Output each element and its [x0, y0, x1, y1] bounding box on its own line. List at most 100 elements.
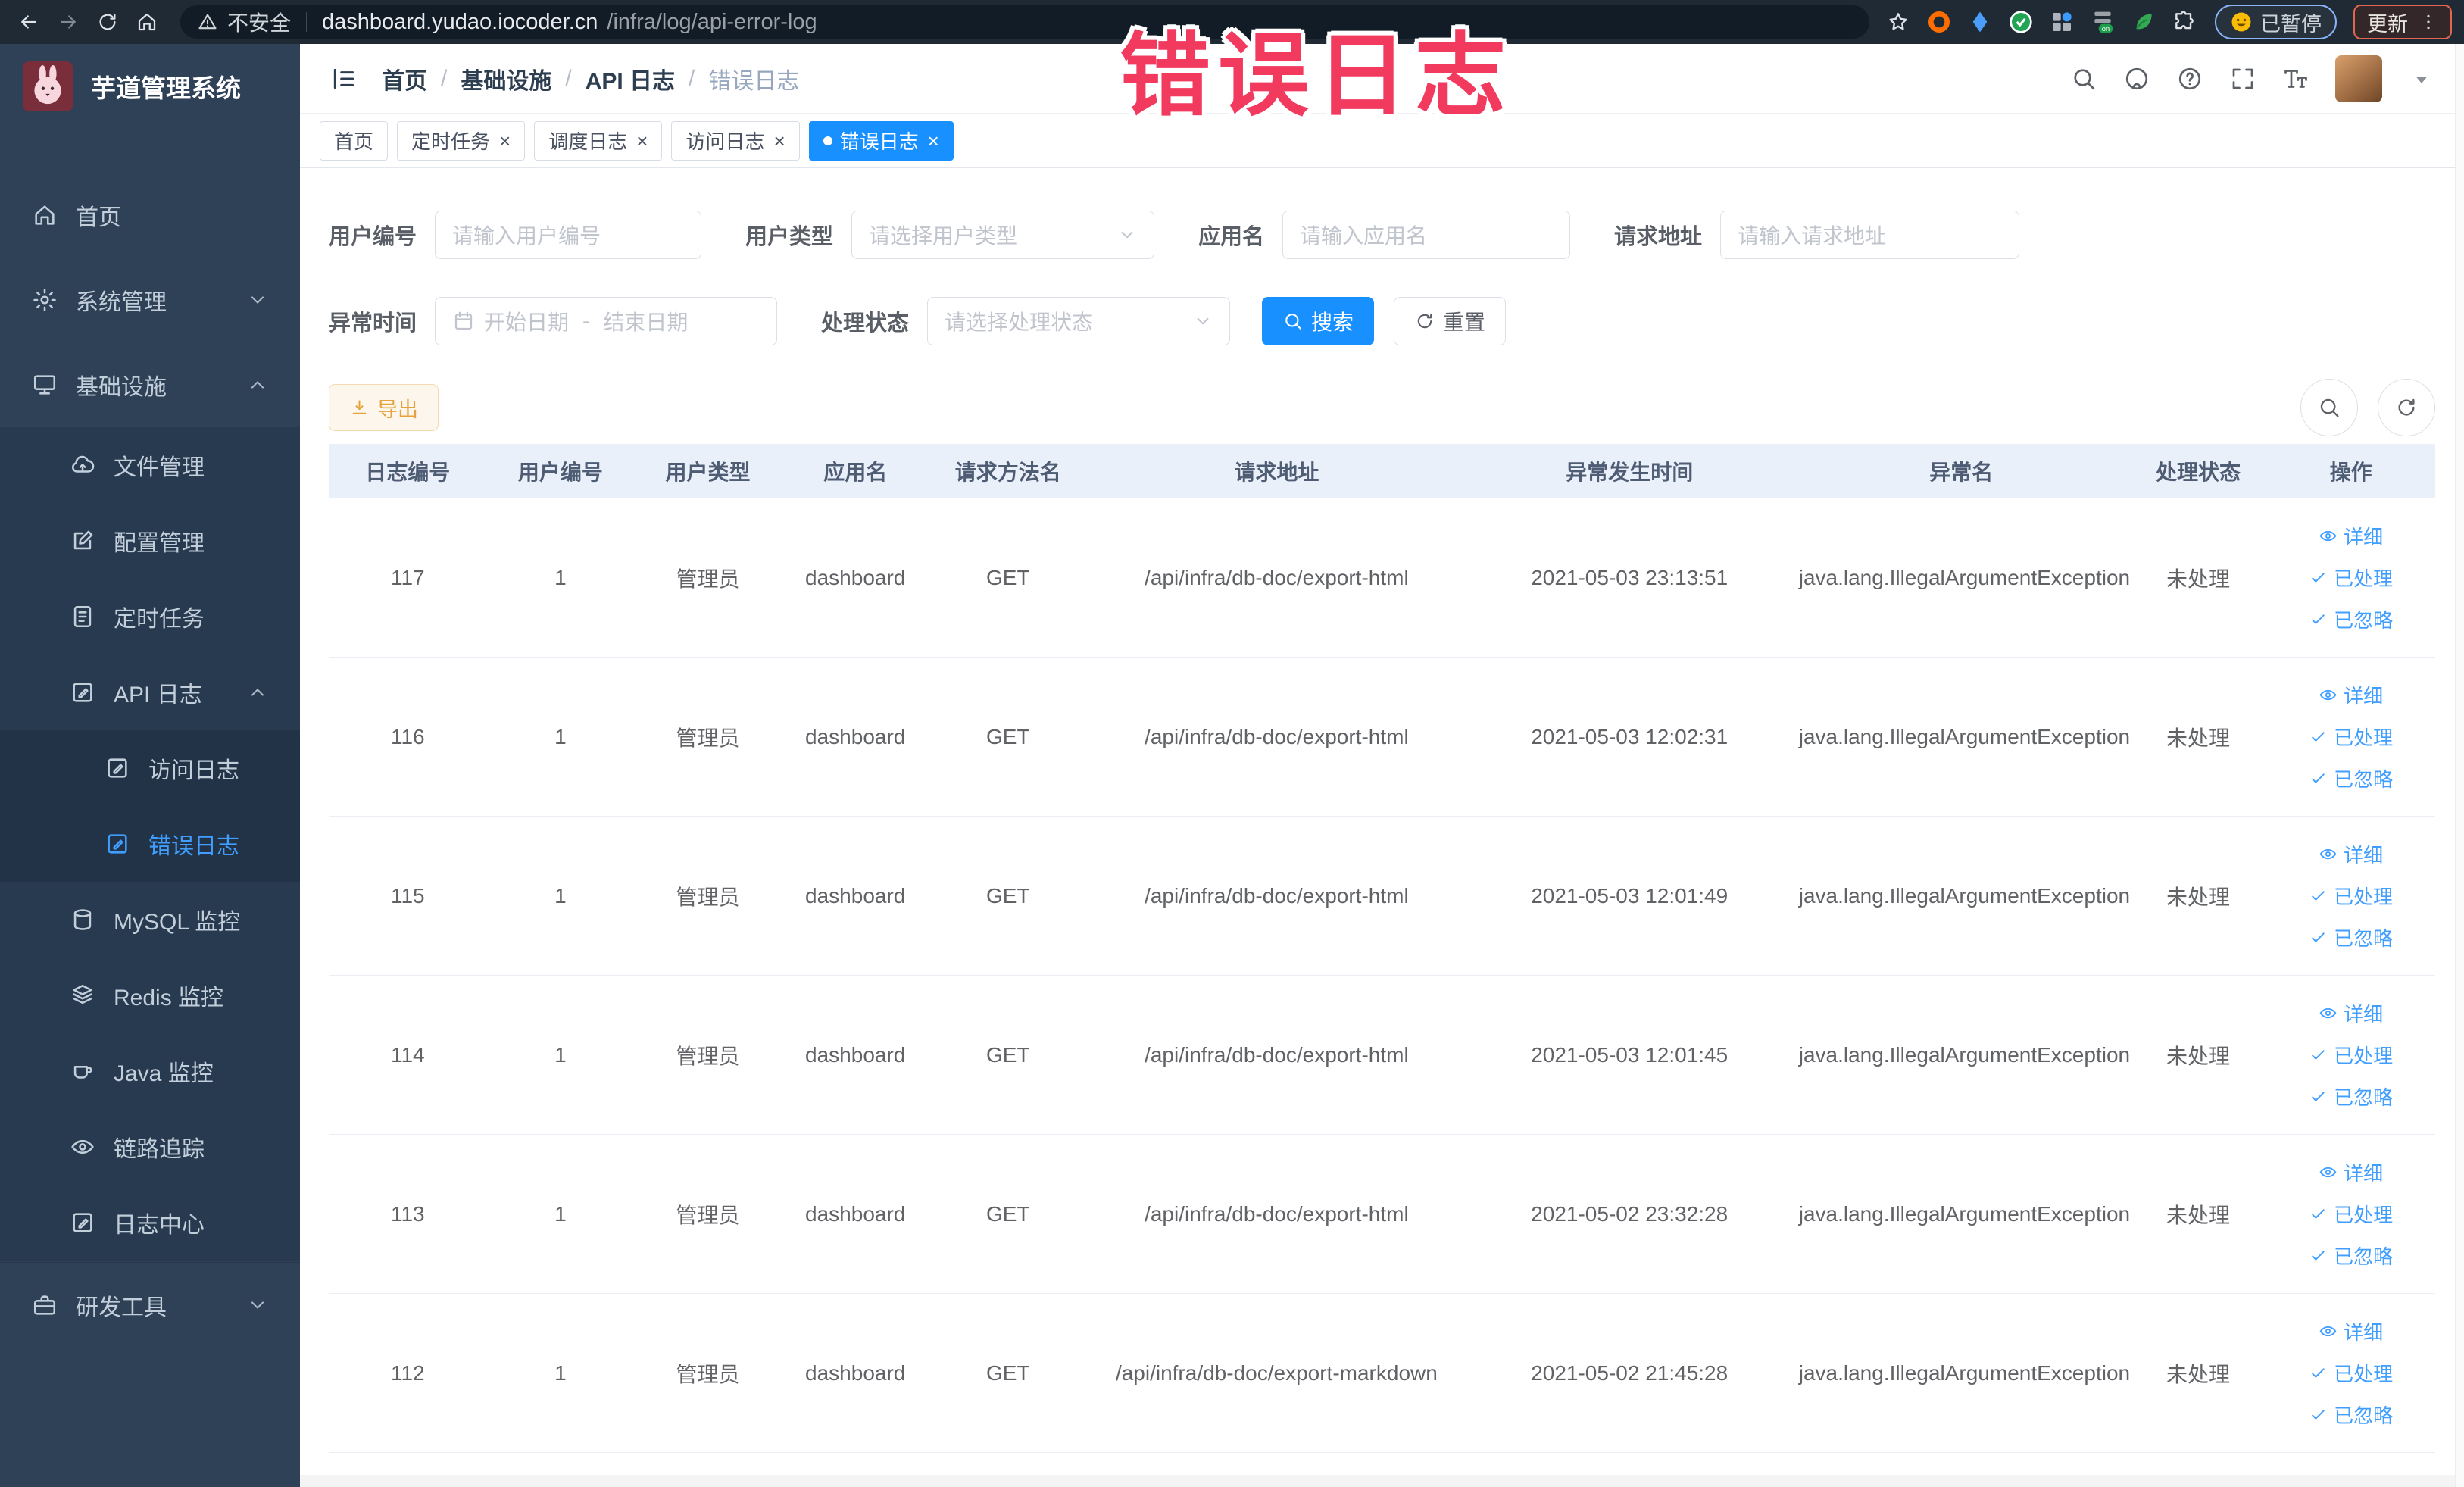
mark-ignored-link[interactable]: 已忽略	[2309, 764, 2393, 792]
extension-blue-drop-icon[interactable]	[1968, 10, 1992, 34]
mark-processed-link[interactable]: 已处理	[2309, 1041, 2393, 1069]
sidebar-item[interactable]: 配置管理	[0, 503, 300, 579]
view-tab[interactable]: 调度日志 ×	[534, 120, 663, 161]
paused-extension-pill[interactable]: 已暂停	[2215, 5, 2337, 39]
help-icon[interactable]	[2176, 65, 2203, 92]
view-tab[interactable]: 错误日志 ×	[808, 120, 954, 161]
process-status: 未处理	[2166, 567, 2231, 591]
search-button[interactable]: 搜索	[1262, 297, 1375, 345]
eye-icon	[2319, 845, 2338, 864]
mark-processed-link[interactable]: 已处理	[2309, 1200, 2393, 1228]
sidebar-item-label: 基础设施	[76, 375, 167, 400]
sidebar-item-label: 文件管理	[114, 455, 205, 480]
detail-link[interactable]: 详细	[2319, 681, 2383, 709]
detail-link[interactable]: 详细	[2319, 840, 2383, 868]
user-type: 管理员	[676, 1362, 740, 1386]
sidebar-item[interactable]: 研发工具	[0, 1262, 300, 1347]
collapse-sidebar-button[interactable]	[329, 64, 359, 94]
mark-processed-link[interactable]: 已处理	[2309, 564, 2393, 592]
close-icon[interactable]: ×	[636, 131, 648, 151]
tab-label: 定时任务	[411, 130, 491, 153]
request-url-input[interactable]: 请输入请求地址	[1720, 211, 2020, 259]
vertical-scrollbar[interactable]	[2455, 44, 2464, 1487]
mark-ignored-link[interactable]: 已忽略	[2309, 1401, 2393, 1429]
logo-row[interactable]: 芋道管理系统	[0, 44, 300, 129]
sidebar-item[interactable]: MySQL 监控	[0, 882, 300, 957]
user-type-select[interactable]: 请选择用户类型	[851, 211, 1155, 259]
sidebar-item[interactable]: 文件管理	[0, 427, 300, 503]
close-icon[interactable]: ×	[499, 131, 511, 151]
browser-forward-button[interactable]	[52, 5, 85, 39]
sidebar-item[interactable]: API 日志	[0, 654, 300, 730]
mark-processed-link[interactable]: 已处理	[2309, 1359, 2393, 1387]
browser-reload-button[interactable]	[91, 5, 124, 39]
breadcrumb-current: 错误日志	[708, 68, 800, 94]
user-id-input[interactable]: 请输入用户编号	[435, 211, 702, 259]
sidebar-item[interactable]: 访问日志	[0, 730, 300, 806]
horizontal-scrollbar[interactable]	[300, 1475, 2455, 1487]
toggle-search-button[interactable]	[2300, 379, 2358, 436]
mark-ignored-link[interactable]: 已忽略	[2309, 1242, 2393, 1270]
sidebar-item[interactable]: 基础设施	[0, 342, 300, 427]
bookmark-star-icon[interactable]	[1886, 10, 1910, 34]
github-icon[interactable]	[2123, 65, 2150, 92]
export-button[interactable]: 导出	[329, 384, 439, 431]
table-row: 117 1 管理员 dashboard GET /api/infra/db-do…	[329, 498, 2435, 658]
fullscreen-icon[interactable]	[2229, 65, 2256, 92]
sidebar-item[interactable]: 链路追踪	[0, 1109, 300, 1185]
main-panel: 首页 / 基础设施 / API 日志 / 错误日志 首页 定时任务 × 调度日志…	[300, 44, 2464, 1487]
breadcrumb-infra[interactable]: 基础设施	[461, 62, 551, 95]
detail-link[interactable]: 详细	[2319, 999, 2383, 1027]
view-tab[interactable]: 首页 ×	[320, 120, 389, 161]
sidebar-item[interactable]: 日志中心	[0, 1185, 300, 1261]
sidebar-item[interactable]: Java 监控	[0, 1033, 300, 1109]
view-tab[interactable]: 定时任务 ×	[397, 120, 526, 161]
exception-time: 2021-05-03 12:01:45	[1531, 1042, 1729, 1067]
breadcrumb-home[interactable]: 首页	[382, 62, 427, 95]
mark-ignored-link[interactable]: 已忽略	[2309, 605, 2393, 633]
extension-leaf-icon[interactable]	[2131, 10, 2156, 34]
extension-grid-icon[interactable]	[2050, 10, 2074, 34]
detail-link[interactable]: 详细	[2319, 1317, 2383, 1345]
browser-back-button[interactable]	[12, 5, 45, 39]
sidebar-item[interactable]: 首页	[0, 173, 300, 258]
log-id: 116	[390, 724, 425, 748]
mark-ignored-link[interactable]: 已忽略	[2309, 1082, 2393, 1111]
extension-on-badge-icon[interactable]: on	[2091, 10, 2115, 34]
mark-ignored-link[interactable]: 已忽略	[2309, 923, 2393, 951]
sidebar-item[interactable]: 错误日志	[0, 806, 300, 882]
browser-update-button[interactable]: 更新	[2353, 5, 2452, 39]
detail-link[interactable]: 详细	[2319, 1158, 2383, 1186]
browser-home-button[interactable]	[130, 5, 164, 39]
mark-processed-link[interactable]: 已处理	[2309, 882, 2393, 910]
header-search-icon[interactable]	[2070, 65, 2097, 92]
date-range-picker[interactable]: 开始日期 - 结束日期	[435, 297, 778, 345]
url-bar[interactable]: 不安全 dashboard.yudao.iocoder.cn/infra/log…	[180, 5, 1869, 39]
browser-menu-icon[interactable]	[2419, 12, 2438, 32]
sidebar-item-label: Redis 监控	[114, 986, 224, 1011]
close-icon[interactable]: ×	[928, 131, 939, 151]
mark-processed-link[interactable]: 已处理	[2309, 723, 2393, 751]
active-dot	[823, 136, 832, 145]
avatar-caret-icon[interactable]	[2408, 65, 2435, 92]
extension-green-check-icon[interactable]	[2009, 10, 2033, 34]
app-name-input[interactable]: 请输入应用名	[1282, 211, 1571, 259]
sidebar-item[interactable]: Redis 监控	[0, 957, 300, 1033]
sidebar-item[interactable]: 系统管理	[0, 258, 300, 342]
eye-icon	[2319, 686, 2338, 704]
detail-link[interactable]: 详细	[2319, 522, 2383, 550]
close-icon[interactable]: ×	[773, 131, 785, 151]
security-label[interactable]: 不安全	[227, 7, 291, 37]
font-size-icon[interactable]	[2282, 65, 2309, 92]
user-avatar[interactable]	[2335, 55, 2382, 102]
refresh-table-button[interactable]	[2378, 379, 2435, 436]
view-tab[interactable]: 访问日志 ×	[671, 120, 800, 161]
extensions-puzzle-icon[interactable]	[2172, 10, 2197, 34]
breadcrumb-api-log[interactable]: API 日志	[586, 62, 675, 95]
logdoc-icon	[70, 1210, 95, 1236]
reset-button[interactable]: 重置	[1394, 297, 1507, 345]
extension-orange-icon[interactable]	[1927, 10, 1951, 34]
sidebar-item-label: 链路追踪	[114, 1137, 205, 1162]
sidebar-item[interactable]: 定时任务	[0, 579, 300, 654]
process-status-select[interactable]: 请选择处理状态	[927, 297, 1231, 345]
